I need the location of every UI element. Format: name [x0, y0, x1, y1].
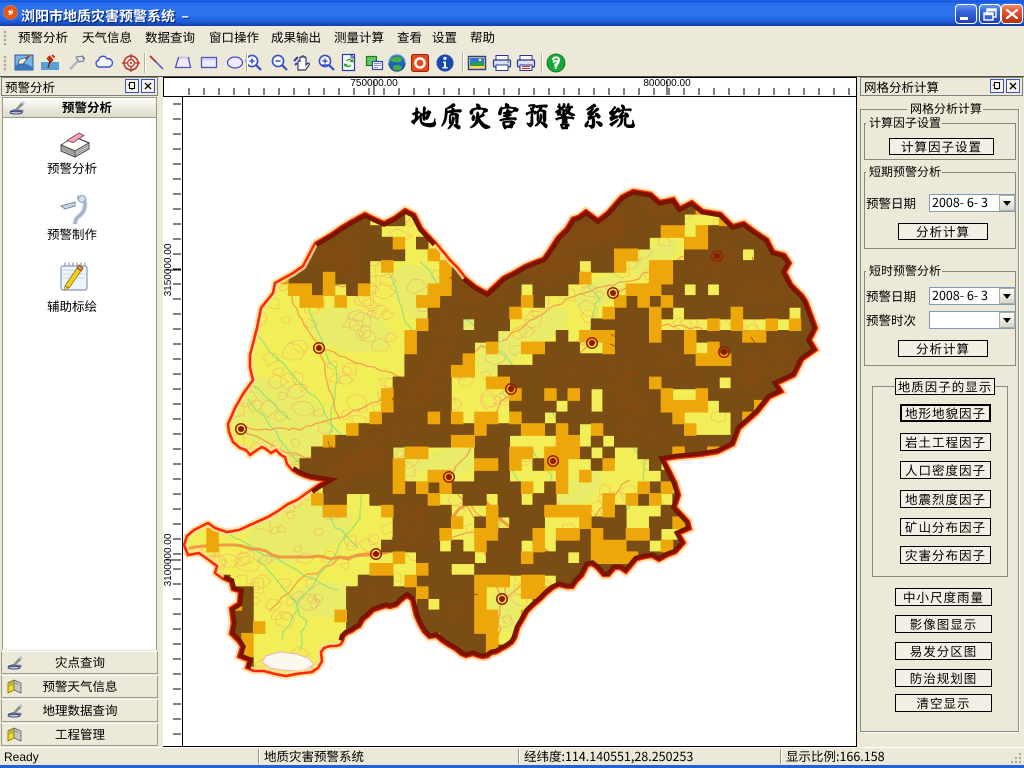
svg-text:750000.00: 750000.00 [350, 78, 398, 89]
svg-text:800000.00: 800000.00 [643, 78, 691, 89]
svg-text:?: ? [552, 57, 560, 72]
svg-text:3100000.00: 3100000.00 [163, 533, 174, 586]
svg-text:3150000.00: 3150000.00 [163, 243, 174, 296]
